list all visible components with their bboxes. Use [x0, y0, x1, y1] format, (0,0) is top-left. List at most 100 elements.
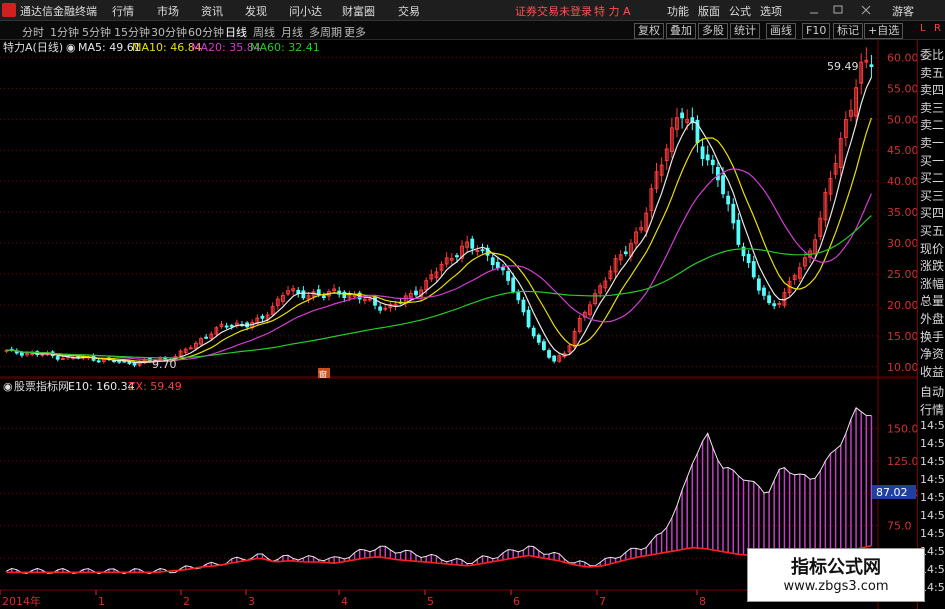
quote-field-label: 委比: [920, 48, 945, 62]
draw-line-button[interactable]: 画线: [766, 23, 796, 39]
period-multi[interactable]: 多周期: [309, 24, 342, 40]
tick-time-label: 14:50: [920, 419, 945, 432]
panel-l-toggle[interactable]: L: [920, 23, 926, 34]
site-watermark: 指标公式网 www.zbgs3.com: [747, 548, 925, 602]
guest-button[interactable]: 游客: [892, 3, 914, 19]
candle-body: [414, 290, 418, 296]
add-watchlist-button[interactable]: +自选: [864, 23, 904, 39]
e10-label: E10: 160.34: [68, 380, 135, 393]
menu-xiaoda[interactable]: 问小达: [289, 3, 322, 19]
layout-button[interactable]: 版面: [698, 3, 720, 19]
candle-body: [55, 356, 60, 360]
ma60-line: [6, 215, 872, 359]
mark-button[interactable]: 标记: [833, 23, 863, 39]
candle-body: [716, 166, 720, 181]
period-30min[interactable]: 30分钟: [151, 24, 187, 40]
quote-field-label: 卖二: [920, 118, 945, 133]
candle-body: [751, 261, 756, 278]
candle-body: [501, 267, 505, 271]
candle-body: [767, 295, 771, 304]
quote-field-label: 卖五: [920, 65, 945, 80]
period-weekly[interactable]: 周线: [253, 24, 275, 40]
candle-body: [721, 175, 725, 195]
candle-body: [188, 347, 193, 350]
watermark-url: www.zbgs3.com: [783, 579, 889, 594]
panel-r-toggle[interactable]: R: [934, 23, 941, 34]
period-monthly[interactable]: 月线: [281, 24, 303, 40]
period-15min[interactable]: 15分钟: [114, 24, 150, 40]
x-tick-label: 7: [599, 595, 606, 608]
watermark-title: 指标公式网: [791, 557, 881, 578]
overlay-button[interactable]: 叠加: [666, 23, 696, 39]
candle-body: [623, 251, 628, 255]
stats-button[interactable]: 统计: [730, 23, 760, 39]
x-tick-label: 2014年: [2, 594, 41, 608]
candle-body: [542, 341, 546, 350]
period-daily[interactable]: 日线: [225, 24, 247, 40]
zx-line: [6, 545, 872, 574]
main-y-tick: 55.00: [887, 82, 917, 95]
candle-body: [455, 255, 459, 258]
period-5min[interactable]: 5分钟: [82, 24, 111, 40]
e10-line: [6, 407, 872, 575]
ma20-line: [6, 168, 872, 361]
multi-stock-button[interactable]: 多股: [698, 23, 728, 39]
low-label: 9.70: [152, 358, 177, 371]
menu-news[interactable]: 资讯: [201, 3, 223, 19]
candle-body: [480, 249, 485, 252]
candle-body: [777, 302, 782, 305]
quote-field-label: 买三: [920, 188, 945, 203]
main-y-tick: 25.00: [887, 268, 917, 281]
ma10-line: [6, 117, 872, 363]
quote-field-label: 收益: [920, 364, 945, 379]
candle-body: [536, 334, 541, 343]
quote-field-label: 买四: [920, 206, 945, 221]
candle-body: [762, 287, 766, 296]
x-tick-label: 3: [248, 595, 255, 608]
menu-discover[interactable]: 发现: [245, 3, 267, 19]
menu-hq[interactable]: 行情: [112, 3, 134, 19]
function-button[interactable]: 功能: [667, 3, 689, 19]
period-toolbar: 分时 1分钟 5分钟 15分钟 30分钟 60分钟 日线 周线 月线 多周期 更…: [0, 21, 945, 40]
candle-body: [301, 290, 306, 299]
quote-field-label: 买一: [920, 153, 945, 168]
main-y-tick: 15.00: [887, 330, 917, 343]
period-60min[interactable]: 60分钟: [188, 24, 224, 40]
candle-body: [521, 299, 526, 313]
candle-body: [383, 307, 388, 310]
options-button[interactable]: 选项: [760, 3, 782, 19]
quote-field-label: 卖一: [920, 136, 945, 150]
app-title: 通达信金融终端: [20, 5, 97, 18]
indicator-icon: ◉: [3, 380, 13, 393]
candle-body: [368, 298, 372, 301]
menu-bar: 通达信金融终端 行情 市场 资讯 发现 问小达 财富圈 交易 证券交易未登录 特…: [0, 0, 945, 21]
x-tick-label: 5: [427, 595, 434, 608]
quote-field-label: 涨跌: [920, 259, 945, 274]
sub-y-tick: 150.0: [887, 422, 917, 435]
fuquan-button[interactable]: 复权: [634, 23, 664, 39]
main-y-tick: 30.00: [887, 237, 917, 250]
candle-body: [705, 154, 710, 161]
period-more[interactable]: 更多: [344, 24, 366, 40]
tick-time-label: 14:50: [920, 527, 945, 540]
candle-body: [869, 64, 874, 68]
f10-button[interactable]: F10: [802, 23, 831, 39]
period-1min[interactable]: 1分钟: [50, 24, 79, 40]
menu-wealth[interactable]: 财富圈: [342, 3, 375, 19]
sub-y-tick: 125.0: [887, 455, 917, 468]
indicator-name: 股票指标网: [14, 379, 69, 393]
main-y-tick: 20.00: [887, 299, 917, 312]
high-label: 59.49: [827, 60, 859, 73]
main-y-tick: 45.00: [887, 144, 917, 157]
menu-trade[interactable]: 交易: [398, 3, 420, 19]
tick-time-label: 14:50: [920, 455, 945, 468]
quote-side-panel: 委比 卖五 卖四 卖三 卖二 卖一 买一 买二 买三 买四 买五 现价 涨跌 涨幅 总量 外盘 换手 净资 收益 自动…: [917, 40, 945, 609]
current-value: 87.02: [876, 486, 908, 499]
main-y-tick: 40.00: [887, 175, 917, 188]
formula-button[interactable]: 公式: [729, 3, 751, 19]
quote-field-label: 外盘: [920, 312, 945, 326]
main-kline-chart[interactable]: 60.00 55.00 50.00 45.00 40.00 35.00 30.00 25.00…: [0, 40, 917, 378]
menu-market[interactable]: 市场: [157, 3, 179, 19]
auto-quote-label: 行情: [920, 403, 945, 417]
period-fenshi[interactable]: 分时: [22, 24, 44, 40]
